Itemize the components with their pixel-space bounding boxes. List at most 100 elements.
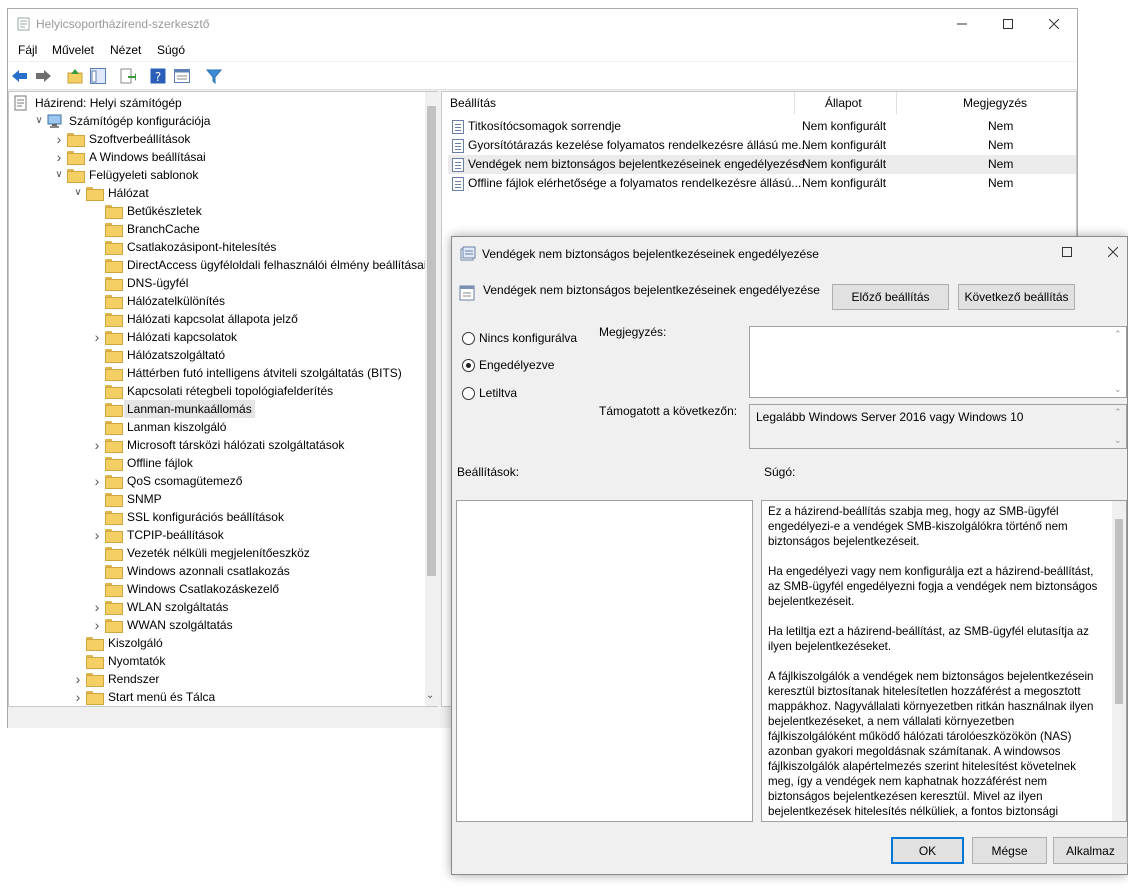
- apply-button[interactable]: Alkalmaz: [1053, 837, 1128, 864]
- disabled-label[interactable]: Letiltva: [479, 386, 517, 400]
- minimize-button[interactable]: [939, 9, 985, 39]
- folder-up-icon: [67, 69, 83, 84]
- tree-network-item[interactable]: Lanman kiszolgáló: [9, 418, 423, 436]
- properties-button[interactable]: [173, 67, 191, 85]
- cancel-button[interactable]: Mégse: [972, 837, 1047, 864]
- scroll-up-icon[interactable]: ⌃: [1114, 329, 1122, 340]
- menu-view[interactable]: Nézet: [110, 43, 141, 57]
- supported-scrollbar[interactable]: ⌃ ⌄: [1110, 405, 1126, 448]
- tree-item-label: Rendszer: [108, 672, 160, 686]
- column-header-setting[interactable]: Beállítás: [450, 96, 496, 110]
- tree-admin-templates[interactable]: ∨ Felügyeleti sablonok: [9, 166, 423, 184]
- chevron-down-icon[interactable]: ∨: [33, 112, 45, 130]
- show-hide-tree-button[interactable]: [89, 67, 107, 85]
- tree-network-item[interactable]: Háttérben futó intelligens átviteli szol…: [9, 364, 423, 382]
- tree-network-item[interactable]: › Hálózati kapcsolatok: [9, 328, 423, 346]
- tree-network-item[interactable]: › WWAN szolgáltatás: [9, 616, 423, 634]
- tree-windows-settings[interactable]: › A Windows beállításai: [9, 148, 423, 166]
- policy-row[interactable]: Titkosítócsomagok sorrendje Nem konfigurá…: [448, 117, 1076, 136]
- policy-row[interactable]: Vendégek nem biztonságos bejelentkezései…: [448, 155, 1076, 174]
- tree-network-item[interactable]: Kapcsolati rétegbeli topológiafelderítés: [9, 382, 423, 400]
- tree-network-item[interactable]: Windows azonnali csatlakozás: [9, 562, 423, 580]
- chevron-right-icon[interactable]: ›: [91, 526, 103, 544]
- tree-network-item[interactable]: Offline fájlok: [9, 454, 423, 472]
- dialog-maximize-button[interactable]: [1044, 237, 1090, 267]
- filter-button[interactable]: [205, 67, 223, 85]
- tree-network-item[interactable]: › TCPIP-beállítások: [9, 526, 423, 544]
- tree-admin-item[interactable]: › Start menü és Tálca: [9, 688, 423, 706]
- tree-network[interactable]: ∨ Hálózat: [9, 184, 423, 202]
- tree-network-item[interactable]: DNS-ügyfél: [9, 274, 423, 292]
- tree-scrollbar[interactable]: ⌄: [425, 92, 438, 706]
- tree-admin-item[interactable]: › Rendszer: [9, 670, 423, 688]
- tree-network-item[interactable]: Hálózati kapcsolat állapota jelző: [9, 310, 423, 328]
- tree-admin-item[interactable]: Nyomtatók: [9, 652, 423, 670]
- tree-computer-config[interactable]: ∨ Számítógép konfigurációja: [9, 112, 423, 130]
- help-scrollbar[interactable]: [1112, 501, 1126, 821]
- tree-item-label: Hálózat: [108, 186, 149, 200]
- menu-action[interactable]: Művelet: [52, 43, 94, 57]
- disabled-radio[interactable]: [462, 387, 475, 400]
- next-setting-button[interactable]: Következő beállítás: [958, 284, 1075, 310]
- close-button[interactable]: [1031, 9, 1077, 39]
- chevron-right-icon[interactable]: ›: [91, 598, 103, 616]
- tree-network-item[interactable]: Vezeték nélküli megjelenítőeszköz: [9, 544, 423, 562]
- tree-scrollbar-thumb[interactable]: [427, 106, 436, 576]
- maximize-button[interactable]: [985, 9, 1031, 39]
- chevron-right-icon[interactable]: ›: [91, 616, 103, 634]
- policy-state: Nem konfigurált: [802, 138, 887, 152]
- forward-button[interactable]: [34, 67, 52, 85]
- chevron-right-icon[interactable]: ›: [72, 670, 84, 688]
- tree-network-item[interactable]: SSL konfigurációs beállítások: [9, 508, 423, 526]
- tree-network-item[interactable]: BranchCache: [9, 220, 423, 238]
- column-header-comment[interactable]: Megjegyzés: [963, 96, 1027, 110]
- tree-network-item[interactable]: Hálózatelkülönítés: [9, 292, 423, 310]
- not-configured-radio[interactable]: [462, 332, 475, 345]
- chevron-right-icon[interactable]: ›: [53, 130, 65, 148]
- back-button[interactable]: [11, 67, 29, 85]
- tree-admin-item[interactable]: Kiszolgáló: [9, 634, 423, 652]
- dialog-close-button[interactable]: [1090, 237, 1128, 267]
- tree-network-item[interactable]: DirectAccess ügyféloldali felhasználói é…: [9, 256, 426, 274]
- not-configured-label[interactable]: Nincs konfigurálva: [479, 331, 577, 345]
- column-header-state[interactable]: Állapot: [825, 96, 862, 110]
- scroll-up-icon[interactable]: ⌃: [1114, 407, 1122, 418]
- menu-file[interactable]: Fájl: [18, 43, 37, 57]
- help-scrollbar-thumb[interactable]: [1115, 519, 1123, 704]
- tree-network-item[interactable]: Hálózatszolgáltató: [9, 346, 423, 364]
- up-level-button[interactable]: [66, 67, 84, 85]
- chevron-right-icon[interactable]: ›: [91, 436, 103, 454]
- enabled-radio[interactable]: [462, 359, 475, 372]
- tree-root[interactable]: Házirend: Helyi számítógép: [9, 94, 423, 112]
- tree-network-item[interactable]: › WLAN szolgáltatás: [9, 598, 423, 616]
- export-list-button[interactable]: [119, 67, 137, 85]
- scroll-down-icon[interactable]: ⌄: [426, 690, 434, 701]
- chevron-right-icon[interactable]: ›: [72, 688, 84, 706]
- enabled-label[interactable]: Engedélyezve: [479, 358, 554, 372]
- scroll-down-icon[interactable]: ⌄: [1114, 435, 1122, 446]
- tree-software-settings[interactable]: › Szoftverbeállítások: [9, 130, 423, 148]
- policy-row[interactable]: Gyorsítótárazás kezelése folyamatos rend…: [448, 136, 1076, 155]
- scroll-down-icon[interactable]: ⌄: [1114, 384, 1122, 395]
- chevron-right-icon[interactable]: ›: [53, 148, 65, 166]
- tree-network-item[interactable]: › QoS csomagütemező: [9, 472, 423, 490]
- help-button[interactable]: ?: [149, 67, 167, 85]
- tree-network-item[interactable]: SNMP: [9, 490, 423, 508]
- chevron-right-icon[interactable]: ›: [91, 328, 103, 346]
- tree-network-item[interactable]: Windows Csatlakozáskezelő: [9, 580, 423, 598]
- tree-network-item[interactable]: Betűkészletek: [9, 202, 423, 220]
- tree-network-item[interactable]: Lanman-munkaállomás: [9, 400, 423, 418]
- policy-name: Gyorsítótárazás kezelése folyamatos rend…: [468, 138, 809, 152]
- previous-setting-button[interactable]: Előző beállítás: [832, 284, 949, 310]
- tree-network-item[interactable]: › Microsoft társközi hálózati szolgáltatá…: [9, 436, 423, 454]
- comment-textarea[interactable]: ⌃ ⌄: [749, 326, 1127, 398]
- menu-help[interactable]: Súgó: [157, 43, 185, 57]
- chevron-down-icon[interactable]: ∨: [53, 166, 65, 184]
- chevron-right-icon[interactable]: ›: [91, 472, 103, 490]
- tree-item-label: BranchCache: [127, 222, 200, 236]
- chevron-down-icon[interactable]: ∨: [72, 184, 84, 202]
- tree-network-item[interactable]: Csatlakozásipont-hitelesítés: [9, 238, 423, 256]
- comment-scrollbar[interactable]: ⌃ ⌄: [1110, 327, 1126, 397]
- ok-button[interactable]: OK: [891, 837, 964, 864]
- policy-row[interactable]: Offline fájlok elérhetősége a folyamatos…: [448, 174, 1076, 193]
